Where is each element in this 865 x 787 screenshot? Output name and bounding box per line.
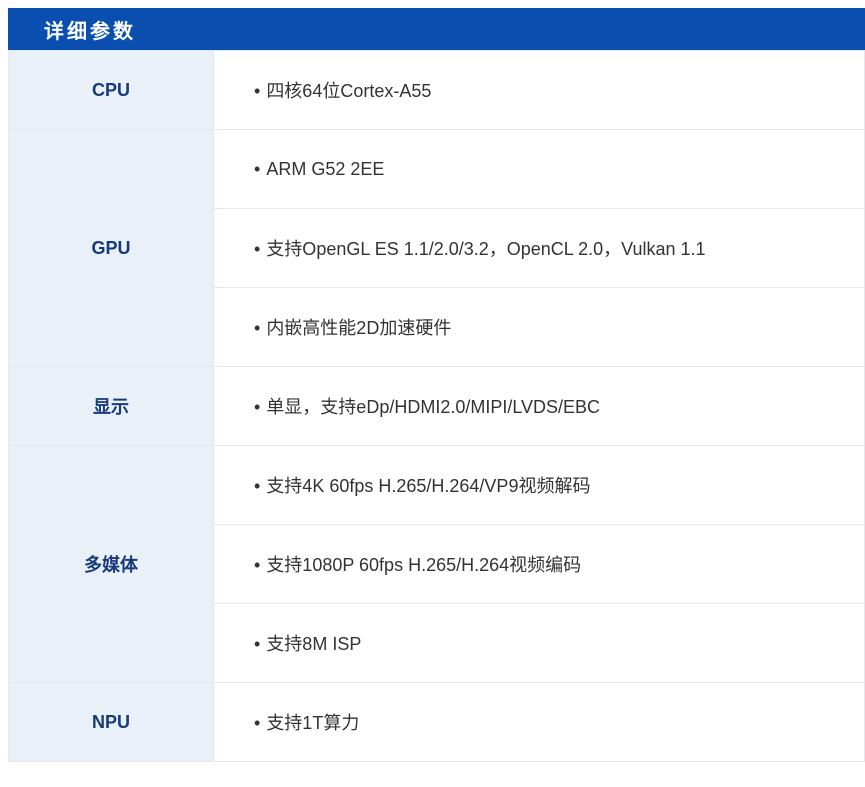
spec-value-text: 四核64位Cortex-A55 xyxy=(266,81,432,101)
table-row: 多媒体 • 支持4K 60fps H.265/H.264/VP9视频解码 xyxy=(8,445,865,683)
spec-value: • 内嵌高性能2D加速硬件 xyxy=(213,287,865,367)
spec-value: • 支持8M ISP xyxy=(213,603,865,683)
bullet-icon: • xyxy=(254,239,261,259)
table-row: NPU • 支持1T算力 xyxy=(8,682,865,762)
spec-value: • ARM G52 2EE xyxy=(213,129,865,209)
spec-value: • 单显，支持eDp/HDMI2.0/MIPI/LVDS/EBC xyxy=(213,366,865,446)
spec-value-text: 内嵌高性能2D加速硬件 xyxy=(266,318,452,338)
bullet-icon: • xyxy=(254,713,261,733)
spec-value-text: 支持8M ISP xyxy=(266,634,362,654)
spec-value-text: 支持1T算力 xyxy=(266,713,360,733)
spec-value-text: 支持1080P 60fps H.265/H.264视频编码 xyxy=(266,555,582,575)
spec-label-gpu: GPU xyxy=(8,129,214,367)
bullet-icon: • xyxy=(254,476,261,496)
spec-value-text: 单显，支持eDp/HDMI2.0/MIPI/LVDS/EBC xyxy=(266,397,601,417)
bullet-icon: • xyxy=(254,81,261,101)
section-header: 详细参数 xyxy=(8,8,865,50)
bullet-icon: • xyxy=(254,634,261,654)
spec-value: • 四核64位Cortex-A55 xyxy=(213,50,865,130)
spec-label-multimedia: 多媒体 xyxy=(8,445,214,683)
table-row: GPU • ARM G52 2EE xyxy=(8,129,865,367)
spec-label-cpu: CPU xyxy=(8,50,214,130)
spec-label-display: 显示 xyxy=(8,366,214,446)
spec-value-text: 支持4K 60fps H.265/H.264/VP9视频解码 xyxy=(266,476,591,496)
table-row: 显示 • 单显，支持eDp/HDMI2.0/MIPI/LVDS/EBC xyxy=(8,366,865,446)
spec-value: • 支持4K 60fps H.265/H.264/VP9视频解码 xyxy=(213,445,865,525)
spec-value: • 支持1T算力 xyxy=(213,682,865,762)
spec-value: • 支持OpenGL ES 1.1/2.0/3.2，OpenCL 2.0，Vulk… xyxy=(213,208,865,288)
bullet-icon: • xyxy=(254,555,261,575)
spec-value-text: 支持OpenGL ES 1.1/2.0/3.2，OpenCL 2.0，Vulka… xyxy=(266,239,706,259)
table-row: CPU • 四核64位Cortex-A55 xyxy=(8,50,865,130)
bullet-icon: • xyxy=(254,158,261,179)
spec-label-npu: NPU xyxy=(8,682,214,762)
spec-value-text: ARM G52 2EE xyxy=(266,158,385,179)
spec-table: CPU • 四核64位Cortex-A55 GPU • ARM G52 2EE • 支… xyxy=(8,50,865,762)
spec-value: • 支持1080P 60fps H.265/H.264视频编码 xyxy=(213,524,865,604)
bullet-icon: • xyxy=(254,397,261,417)
bullet-icon: • xyxy=(254,318,261,338)
section-title: 详细参数 xyxy=(44,18,136,43)
